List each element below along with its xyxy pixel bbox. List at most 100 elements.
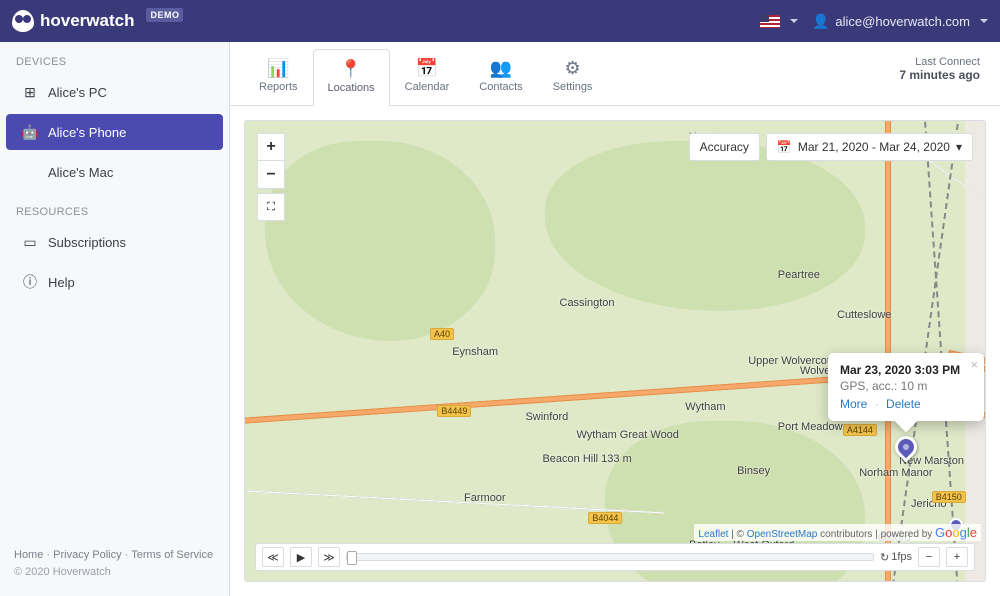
owl-icon xyxy=(12,10,34,32)
last-connect-value: 7 minutes ago xyxy=(899,68,980,82)
attribution-contrib: contributors | xyxy=(820,529,880,540)
location-popup: × Mar 23, 2020 3:03 PM GPS, acc.: 10 m M… xyxy=(828,353,984,421)
accuracy-label: Accuracy xyxy=(700,140,749,154)
map-place-label: Wytham xyxy=(685,401,725,413)
apple-icon xyxy=(22,164,38,180)
sidebar-item-help[interactable]: ⓘ Help xyxy=(6,264,223,300)
sidebar-heading-devices: DEVICES xyxy=(0,42,229,72)
map-road-tag: A4144 xyxy=(843,424,877,436)
map-place-label: Swinford xyxy=(525,411,568,423)
sidebar-item-device-pc[interactable]: ⊞ Alice's PC xyxy=(6,74,223,110)
sidebar-item-label: Alice's PC xyxy=(48,85,107,100)
android-icon: 🤖 xyxy=(22,124,38,140)
playback-bar: ≪ ▶ ≫ 1fps − + xyxy=(255,543,975,571)
playback-speed-down-button[interactable]: − xyxy=(918,547,940,567)
sidebar-heading-resources: RESOURCES xyxy=(0,192,229,222)
windows-icon: ⊞ xyxy=(22,84,38,100)
sidebar-item-device-phone[interactable]: 🤖 Alice's Phone xyxy=(6,114,223,150)
pin-icon: 📍 xyxy=(340,60,362,78)
flag-us-icon xyxy=(760,15,780,28)
popup-delete-link[interactable]: Delete xyxy=(886,397,921,411)
attribution-leaflet-link[interactable]: Leaflet xyxy=(698,529,728,540)
playback-rewind-button[interactable]: ≪ xyxy=(262,547,284,567)
map-road-tag: A40 xyxy=(430,328,454,340)
map-place-label: Norham Manor xyxy=(859,467,932,479)
tab-calendar[interactable]: 📅 Calendar xyxy=(390,48,465,105)
calendar-icon: 📅 xyxy=(416,59,438,77)
sidebar-item-label: Subscriptions xyxy=(48,235,126,250)
caret-down-icon: ▾ xyxy=(956,140,962,154)
map-attribution: Leaflet | © OpenStreetMap contributors |… xyxy=(694,524,981,541)
sidebar: DEVICES ⊞ Alice's PC 🤖 Alice's Phone Ali… xyxy=(0,42,230,596)
popup-close-button[interactable]: × xyxy=(970,357,978,372)
brand-logo[interactable]: hoverwatch DEMO xyxy=(12,10,183,32)
content: 📊 Reports 📍 Locations 📅 Calendar 👥 Conta… xyxy=(230,42,1000,596)
google-logo: Google xyxy=(935,525,977,540)
map-place-label: Wytham Great Wood xyxy=(577,429,679,441)
sidebar-item-label: Alice's Mac xyxy=(48,165,113,180)
popup-timestamp: Mar 23, 2020 3:03 PM xyxy=(840,363,960,377)
tab-settings[interactable]: ⚙ Settings xyxy=(538,48,608,105)
accuracy-toggle[interactable]: Accuracy xyxy=(689,133,760,161)
sidebar-item-device-mac[interactable]: Alice's Mac xyxy=(6,154,223,190)
contacts-icon: 👥 xyxy=(490,59,512,77)
playback-speed-up-button[interactable]: + xyxy=(946,547,968,567)
popup-accuracy: GPS, acc.: 10 m xyxy=(840,379,960,393)
playback-play-button[interactable]: ▶ xyxy=(290,547,312,567)
attribution-powered: powered by xyxy=(881,529,935,540)
sidebar-item-label: Help xyxy=(48,275,75,290)
map-road-tag: B4150 xyxy=(932,491,966,503)
playback-thumb[interactable] xyxy=(347,551,357,565)
playback-track[interactable] xyxy=(346,553,874,561)
account-menu[interactable]: 👤 alice@hoverwatch.com xyxy=(812,13,988,30)
popup-more-link[interactable]: More xyxy=(840,397,867,411)
sidebar-item-label: Alice's Phone xyxy=(48,125,126,140)
caret-down-icon xyxy=(980,19,988,27)
last-connect-label: Last Connect xyxy=(915,56,980,68)
tab-label: Locations xyxy=(328,82,375,94)
user-email: alice@hoverwatch.com xyxy=(835,14,970,29)
map-place-label: Farmoor xyxy=(464,492,506,504)
sidebar-item-subscriptions[interactable]: ▭ Subscriptions xyxy=(6,224,223,260)
playback-forward-button[interactable]: ≫ xyxy=(318,547,340,567)
zoom-out-button[interactable]: − xyxy=(257,161,285,189)
tab-label: Settings xyxy=(553,81,593,93)
calendar-icon: 📅 xyxy=(777,140,792,154)
demo-badge: DEMO xyxy=(146,8,183,22)
tab-label: Reports xyxy=(259,81,298,93)
tabs: 📊 Reports 📍 Locations 📅 Calendar 👥 Conta… xyxy=(230,42,1000,106)
tab-label: Calendar xyxy=(405,81,450,93)
tab-reports[interactable]: 📊 Reports xyxy=(244,48,313,105)
playback-speed-label: 1fps xyxy=(880,551,912,564)
language-switch[interactable] xyxy=(760,15,798,28)
tab-label: Contacts xyxy=(479,81,522,93)
map-place-label: Port Meadow xyxy=(778,421,843,433)
attribution-osm-link[interactable]: OpenStreetMap xyxy=(747,529,818,540)
zoom-in-button[interactable]: + xyxy=(257,133,285,161)
footer-link-terms[interactable]: Terms of Service xyxy=(125,549,213,561)
map-place-label: Cutteslowe xyxy=(837,309,891,321)
map-place-label: Eynsham xyxy=(452,346,498,358)
fullscreen-button[interactable]: ⛶ xyxy=(257,193,285,221)
map-place-label: Peartree xyxy=(778,269,820,281)
map[interactable]: YarntonCassingtonEynshamSwinfordWythamWy… xyxy=(244,120,986,582)
chart-icon: 📊 xyxy=(267,59,289,77)
footer-link-privacy[interactable]: Privacy Policy xyxy=(46,549,121,561)
caret-down-icon xyxy=(790,19,798,27)
footer-link-home[interactable]: Home xyxy=(14,549,43,561)
brand-name: hoverwatch xyxy=(40,11,134,31)
user-icon: 👤 xyxy=(812,13,829,30)
sidebar-footer: Home Privacy Policy Terms of Service © 2… xyxy=(0,537,229,596)
last-connect: Last Connect 7 minutes ago xyxy=(899,48,986,82)
tab-contacts[interactable]: 👥 Contacts xyxy=(464,48,537,105)
date-range-picker[interactable]: 📅 Mar 21, 2020 - Mar 24, 2020 ▾ xyxy=(766,133,973,161)
fullscreen-control: ⛶ xyxy=(257,193,285,221)
map-road-tag: B4449 xyxy=(437,405,471,417)
zoom-control: + − xyxy=(257,133,285,189)
card-icon: ▭ xyxy=(22,234,38,250)
topbar: hoverwatch DEMO 👤 alice@hoverwatch.com xyxy=(0,0,1000,42)
tab-locations[interactable]: 📍 Locations xyxy=(313,49,390,106)
map-road-tag: B4044 xyxy=(588,512,622,524)
info-icon: ⓘ xyxy=(22,274,38,290)
footer-copyright: © 2020 Hoverwatch xyxy=(14,564,215,582)
